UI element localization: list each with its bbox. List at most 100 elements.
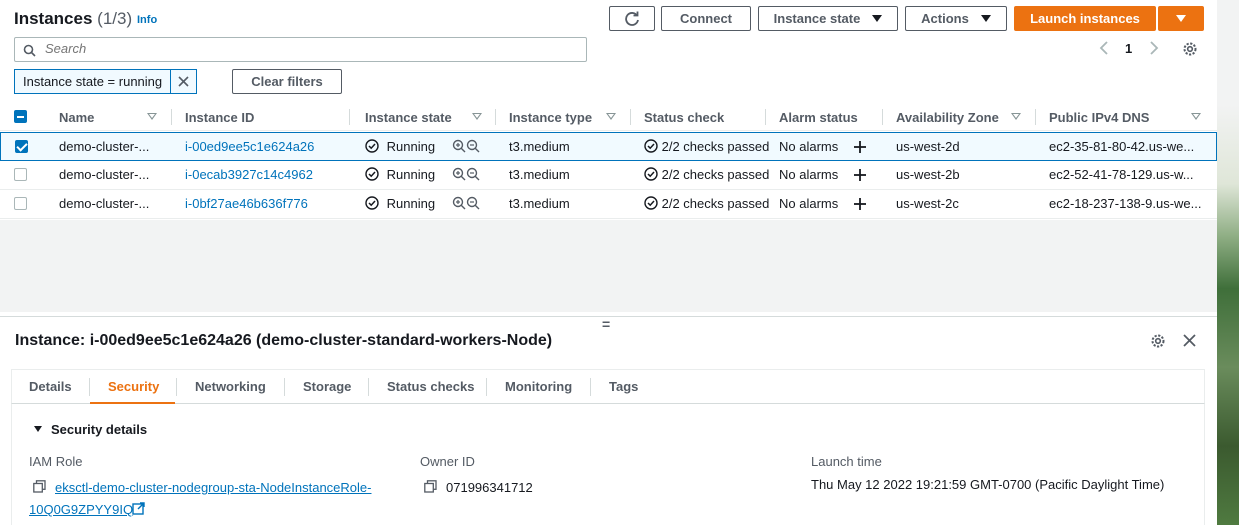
column-divider[interactable]	[765, 109, 766, 125]
actions-dropdown[interactable]: Actions	[905, 6, 1007, 31]
alarm-status: No alarms	[779, 139, 839, 154]
status-label: 2/2 checks passed	[661, 139, 770, 154]
check-circle-icon	[644, 196, 658, 210]
row-checkbox[interactable]	[14, 168, 27, 181]
column-divider[interactable]	[171, 109, 172, 125]
search-input[interactable]	[45, 41, 545, 56]
gear-icon[interactable]	[1150, 333, 1166, 349]
clear-filters-label: Clear filters	[251, 74, 323, 89]
tab-networking[interactable]: Networking	[195, 379, 266, 394]
launch-time-value: Thu May 12 2022 19:21:59 GMT-0700 (Pacif…	[811, 477, 1165, 492]
column-header-name[interactable]: Name	[59, 110, 94, 125]
sort-icon[interactable]	[1011, 113, 1021, 120]
copy-icon[interactable]	[424, 480, 437, 493]
instance-name: demo-cluster-...	[59, 167, 150, 182]
refresh-icon	[625, 11, 639, 26]
column-header-instance-type[interactable]: Instance type	[509, 110, 592, 125]
column-header-public-dns[interactable]: Public IPv4 DNS	[1049, 110, 1149, 125]
select-all-checkbox[interactable]	[14, 110, 27, 123]
check-circle-icon	[365, 139, 379, 153]
sort-icon[interactable]	[1191, 113, 1201, 120]
status-check: 2/2 checks passed	[644, 139, 769, 154]
table-row[interactable]: demo-cluster-... i-00ed9ee5c1e624a26 Run…	[0, 132, 1217, 161]
chevron-down-icon	[1176, 15, 1186, 22]
column-divider[interactable]	[1035, 109, 1036, 125]
gear-icon[interactable]	[1182, 41, 1198, 57]
column-header-status-check[interactable]: Status check	[644, 110, 724, 125]
table-row[interactable]: demo-cluster-... i-0ecab3927c14c4962 Run…	[0, 161, 1217, 190]
tab-tags[interactable]: Tags	[609, 379, 638, 394]
plus-icon[interactable]	[853, 197, 867, 211]
zoom-in-icon[interactable]	[452, 139, 466, 153]
filter-token-label: Instance state = running	[23, 74, 163, 89]
copy-icon[interactable]	[33, 480, 46, 493]
page-number[interactable]: 1	[1125, 41, 1132, 56]
refresh-button[interactable]	[609, 6, 655, 31]
tab-divider	[284, 378, 285, 396]
search-icon	[23, 44, 36, 57]
instance-state-label: Instance state	[773, 11, 861, 26]
column-header-instance-state[interactable]: Instance state	[365, 110, 452, 125]
zoom-out-icon[interactable]	[466, 139, 480, 153]
tab-status-checks[interactable]: Status checks	[387, 379, 474, 394]
plus-icon[interactable]	[853, 168, 867, 182]
status-check: 2/2 checks passed	[644, 196, 769, 211]
chevron-down-icon	[872, 15, 883, 22]
iam-role-link-continued[interactable]: 10Q0G9ZPYY9IQ	[29, 502, 133, 517]
state-label: Running	[386, 139, 436, 154]
zoom-in-icon[interactable]	[452, 196, 466, 210]
caret-down-icon[interactable]	[34, 426, 42, 432]
table-row[interactable]: demo-cluster-... i-0bf27ae46b636f776 Run…	[0, 190, 1217, 219]
zoom-icons[interactable]	[452, 196, 480, 213]
tab-storage[interactable]: Storage	[303, 379, 351, 394]
column-divider[interactable]	[630, 109, 631, 125]
launch-instances-button[interactable]: Launch instances	[1014, 6, 1156, 31]
column-divider[interactable]	[495, 109, 496, 125]
detail-title: Instance: i-00ed9ee5c1e624a26 (demo-clus…	[15, 332, 553, 349]
instance-id-link[interactable]: i-0bf27ae46b636f776	[185, 196, 308, 211]
sort-icon[interactable]	[472, 113, 482, 120]
plus-icon[interactable]	[853, 140, 867, 154]
search-box[interactable]	[14, 37, 587, 62]
connect-button[interactable]: Connect	[661, 6, 751, 31]
column-header-alarm-status[interactable]: Alarm status	[779, 110, 858, 125]
table-header: Name Instance ID Instance state Instance…	[0, 103, 1217, 131]
zoom-in-icon[interactable]	[452, 167, 466, 181]
zoom-icons[interactable]	[452, 167, 480, 184]
external-link-icon[interactable]	[132, 502, 145, 515]
filter-token: Instance state = running	[14, 69, 198, 94]
instance-id-link[interactable]: i-0ecab3927c14c4962	[185, 167, 313, 182]
tab-security[interactable]: Security	[108, 379, 159, 394]
instance-name: demo-cluster-...	[59, 196, 150, 211]
column-header-instance-id[interactable]: Instance ID	[185, 110, 254, 125]
instance-id-link[interactable]: i-00ed9ee5c1e624a26	[185, 139, 314, 154]
state-label: Running	[386, 167, 436, 182]
close-icon[interactable]	[1183, 334, 1196, 347]
column-header-availability-zone[interactable]: Availability Zone	[896, 110, 999, 125]
tab-monitoring[interactable]: Monitoring	[505, 379, 572, 394]
remove-filter-button[interactable]	[170, 70, 196, 93]
zoom-out-icon[interactable]	[466, 196, 480, 210]
iam-role-link[interactable]: eksctl-demo-cluster-nodegroup-sta-NodeIn…	[55, 480, 371, 495]
instance-name: demo-cluster-...	[59, 139, 150, 154]
sort-icon[interactable]	[147, 113, 157, 120]
resize-handle-icon[interactable]: =	[602, 316, 610, 332]
chevron-right-icon[interactable]	[1148, 40, 1160, 56]
chevron-left-icon[interactable]	[1098, 40, 1110, 56]
public-dns: ec2-18-237-138-9.us-we...	[1049, 196, 1202, 211]
tab-divider	[590, 378, 591, 396]
row-checkbox[interactable]	[15, 140, 28, 153]
zoom-out-icon[interactable]	[466, 167, 480, 181]
info-link[interactable]: Info	[137, 14, 157, 26]
sort-icon[interactable]	[606, 113, 616, 120]
zoom-icons[interactable]	[452, 139, 480, 156]
tab-details[interactable]: Details	[29, 379, 72, 394]
column-divider[interactable]	[349, 109, 350, 125]
iam-role-label: IAM Role	[29, 454, 83, 469]
security-details-heading[interactable]: Security details	[51, 422, 147, 437]
launch-options-dropdown[interactable]	[1158, 6, 1204, 31]
row-checkbox[interactable]	[14, 197, 27, 210]
instance-state-dropdown[interactable]: Instance state	[758, 6, 898, 31]
column-divider[interactable]	[882, 109, 883, 125]
clear-filters-button[interactable]: Clear filters	[232, 69, 342, 94]
